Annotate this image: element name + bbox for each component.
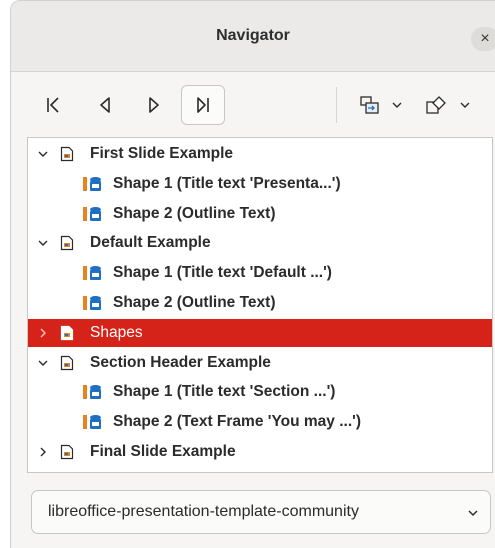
shape-icon	[82, 176, 104, 192]
document-select-value: libreoffice-presentation-template-commun…	[48, 503, 359, 520]
shape-icon	[82, 384, 104, 400]
document-select[interactable]: libreoffice-presentation-template-commun…	[31, 490, 491, 534]
chevron-down-icon	[392, 102, 402, 108]
tree-item-label: Final Slide Example	[90, 443, 236, 460]
tree-slide-item[interactable]: Shapes	[28, 318, 492, 347]
next-slide-button[interactable]	[132, 85, 176, 125]
tree-slide-item[interactable]: Final Slide Example	[28, 438, 492, 466]
chevron-down-icon[interactable]	[36, 356, 50, 370]
tree-shape-item[interactable]: Shape 1 (Title text 'Section ...')	[28, 378, 492, 406]
shapes-icon	[426, 96, 446, 114]
tree-item-label: Shape 2 (Text Frame 'You may ...')	[113, 413, 361, 431]
tree-slide-item[interactable]: First Slide Example	[28, 140, 492, 168]
shape-icon	[82, 295, 104, 311]
chevron-down-icon[interactable]	[36, 236, 50, 250]
tree-item-label: Section Header Example	[90, 353, 271, 371]
tree-item-label: Shape 2 (Outline Text)	[113, 204, 276, 222]
tree-slide-item[interactable]: Section Header Example	[28, 349, 492, 377]
shapes-filter-button[interactable]	[419, 85, 483, 125]
next-icon	[149, 97, 159, 113]
slide-icon	[60, 355, 74, 371]
title-bar: Navigator ×	[11, 1, 495, 72]
first-icon	[47, 97, 59, 113]
tree-shape-item[interactable]: Shape 1 (Title text 'Presenta...')	[28, 170, 492, 198]
slide-icon	[60, 235, 74, 251]
chevron-right-icon[interactable]	[36, 445, 50, 459]
close-icon: ×	[480, 30, 490, 47]
drag-mode-button[interactable]	[351, 85, 411, 125]
tree-shape-item[interactable]: Shape 2 (Text Frame 'You may ...')	[28, 408, 492, 436]
previous-icon	[100, 97, 110, 113]
navigator-toolbar	[11, 71, 495, 133]
tree-item-label: Shape 1 (Title text 'Section ...')	[113, 383, 336, 401]
shape-icon	[82, 414, 104, 430]
toolbar-separator	[336, 87, 337, 123]
tree-item-label: Shapes	[90, 323, 143, 341]
last-icon	[197, 97, 209, 113]
chevron-down-icon[interactable]	[36, 147, 50, 161]
slide-icon	[60, 444, 74, 460]
tree-item-label: Default Example	[90, 234, 211, 252]
navigator-tree[interactable]: First Slide Example Shape 1 (Title text '…	[27, 137, 493, 473]
chevron-right-icon[interactable]	[36, 326, 50, 340]
tree-item-label: Shape 1 (Title text 'Default ...')	[113, 264, 332, 282]
shape-icon	[82, 206, 104, 222]
close-button[interactable]: ×	[471, 27, 495, 51]
tree-slide-item[interactable]: Default Example	[28, 229, 492, 257]
last-slide-button[interactable]	[181, 85, 225, 125]
previous-slide-button[interactable]	[83, 85, 127, 125]
tree-shape-item[interactable]: Shape 2 (Outline Text)	[28, 200, 492, 228]
window-title: Navigator	[216, 27, 290, 44]
navigator-window: Navigator × First Slide Example Shape 1 …	[10, 0, 495, 548]
tree-item-label: Shape 1 (Title text 'Presenta...')	[113, 174, 341, 192]
chevron-down-icon	[468, 510, 478, 517]
tree-shape-item[interactable]: Shape 1 (Title text 'Default ...')	[28, 259, 492, 287]
tree-shape-item[interactable]: Shape 2 (Outline Text)	[28, 289, 492, 317]
tree-item-label: First Slide Example	[90, 145, 233, 162]
slide-icon	[60, 325, 74, 341]
tree-item-label: Shape 2 (Outline Text)	[113, 294, 276, 311]
chevron-down-icon	[460, 102, 470, 108]
drag-mode-icon	[360, 96, 379, 114]
slide-icon	[60, 146, 74, 162]
first-slide-button[interactable]	[31, 85, 75, 125]
shape-icon	[82, 265, 104, 281]
